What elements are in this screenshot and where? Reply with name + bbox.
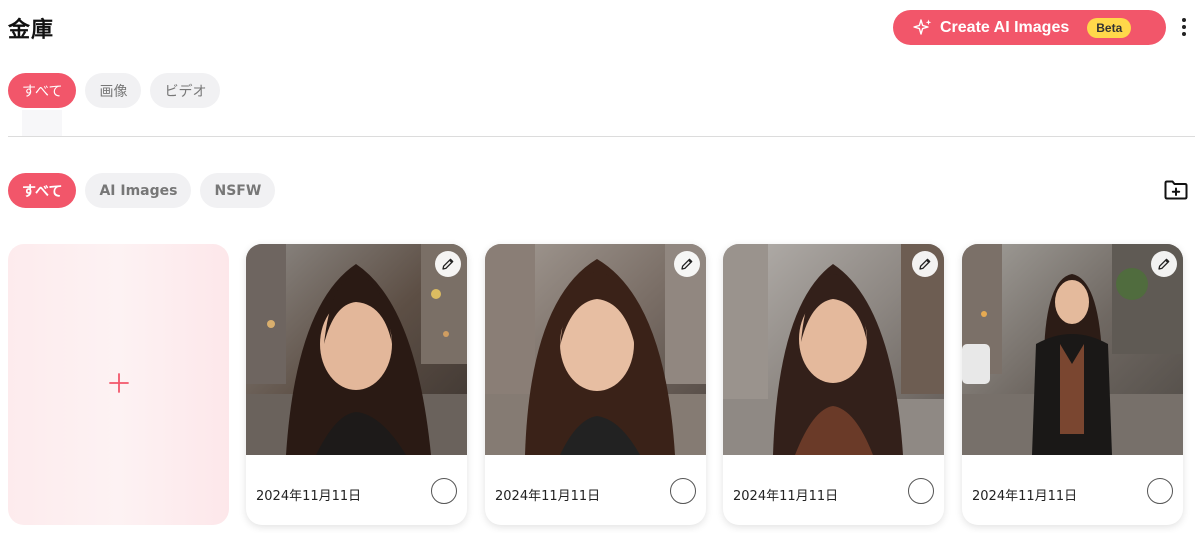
card-footer: 2024年11月11日 [246, 455, 467, 525]
card-date: 2024年11月11日 [495, 489, 601, 504]
edit-icon[interactable] [1151, 251, 1177, 277]
beta-badge: Beta [1087, 17, 1132, 38]
edit-icon[interactable] [435, 251, 461, 277]
card-date: 2024年11月11日 [256, 489, 362, 504]
create-ai-images-label: Create AI Images [940, 18, 1070, 36]
folder-filter-ai-images[interactable]: AI Images [85, 173, 192, 208]
create-ai-images-button[interactable]: Create AI Images Beta [893, 10, 1166, 45]
card-date: 2024年11月11日 [972, 489, 1078, 504]
card-footer: 2024年11月11日 [723, 455, 944, 525]
image-thumbnail[interactable] [246, 244, 467, 455]
page-title: 金庫 [8, 18, 55, 43]
more-options-icon[interactable] [1178, 16, 1190, 38]
image-card[interactable]: 2024年11月11日 [485, 244, 706, 525]
add-image-card[interactable] [8, 244, 229, 525]
image-thumbnail[interactable] [485, 244, 706, 455]
sparkle-icon [913, 18, 933, 38]
select-checkbox[interactable] [431, 478, 457, 504]
tab-indicator [22, 110, 62, 136]
image-card[interactable]: 2024年11月11日 [246, 244, 467, 525]
select-checkbox[interactable] [908, 478, 934, 504]
image-card[interactable]: 2024年11月11日 [962, 244, 1183, 525]
image-thumbnail[interactable] [962, 244, 1183, 455]
card-footer: 2024年11月11日 [962, 455, 1183, 525]
image-card[interactable]: 2024年11月11日 [723, 244, 944, 525]
edit-icon[interactable] [912, 251, 938, 277]
media-filter-videos[interactable]: ビデオ [150, 73, 221, 108]
gallery-page: 金庫 Create AI Images Beta すべて 画像 ビデオ すべて … [0, 0, 1200, 533]
folder-filter-nsfw[interactable]: NSFW [200, 173, 276, 208]
select-checkbox[interactable] [1147, 478, 1173, 504]
plus-icon [108, 368, 130, 401]
media-filter-images[interactable]: 画像 [85, 73, 142, 108]
folder-filter-all[interactable]: すべて [8, 173, 77, 208]
edit-icon[interactable] [674, 251, 700, 277]
card-date: 2024年11月11日 [733, 489, 839, 504]
folder-filter-tabs: すべて AI Images NSFW [8, 173, 276, 208]
section-divider [8, 136, 1195, 137]
media-filter-tabs: すべて 画像 ビデオ [8, 73, 221, 108]
select-checkbox[interactable] [670, 478, 696, 504]
new-folder-icon[interactable] [1164, 180, 1188, 200]
card-footer: 2024年11月11日 [485, 455, 706, 525]
media-filter-all[interactable]: すべて [8, 73, 77, 108]
image-thumbnail[interactable] [723, 244, 944, 455]
